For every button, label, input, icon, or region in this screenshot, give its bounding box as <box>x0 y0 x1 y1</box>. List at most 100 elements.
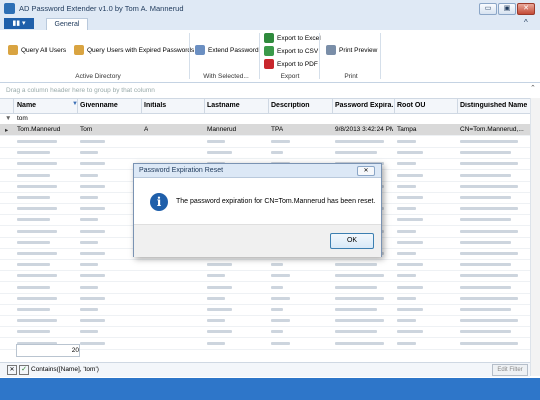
print-preview-button[interactable]: Print Preview <box>326 45 377 55</box>
maximize-button[interactable]: ▣ <box>498 3 516 15</box>
group-by-panel[interactable]: Drag a column header here to group by th… <box>0 83 540 97</box>
blurred-cell <box>460 162 518 166</box>
blurred-cell <box>80 308 98 311</box>
dialog-close-button[interactable]: ✕ <box>357 166 375 176</box>
blurred-cell <box>80 229 105 233</box>
cell-lastname: Mannerud <box>207 126 237 133</box>
enable-filter-checkbox[interactable]: ✓ <box>19 365 29 375</box>
cell-root-ou: Tampa <box>397 126 417 133</box>
blurred-cell <box>80 218 98 222</box>
blurred-cell <box>207 330 232 334</box>
blurred-cell <box>207 341 225 345</box>
blurred-cell <box>397 218 423 222</box>
blurred-cell <box>17 296 57 300</box>
table-row[interactable] <box>0 147 530 160</box>
export-csv-button[interactable]: Export to CSV <box>264 46 318 56</box>
vertical-scrollbar[interactable] <box>530 98 540 376</box>
status-bar <box>0 378 540 400</box>
blurred-cell <box>271 308 283 311</box>
cell-givenname: Tom <box>80 126 93 133</box>
ok-button[interactable]: OK <box>330 233 374 249</box>
app-menu-button[interactable]: ▮▮ ▾ <box>4 18 34 29</box>
column-header-description[interactable]: Description <box>271 102 310 109</box>
blurred-cell <box>207 274 225 278</box>
blurred-cell <box>207 319 225 323</box>
blurred-cell <box>207 140 225 143</box>
table-row-selected[interactable]: ▸ Tom.Mannerud Tom A Mannerud TPA 9/8/20… <box>0 124 530 136</box>
blurred-cell <box>80 207 105 211</box>
table-row[interactable] <box>0 270 530 283</box>
window-title: AD Password Extender v1.0 by Tom A. Mann… <box>19 4 184 13</box>
column-header-distinguished-name[interactable]: Distinguished Name <box>460 102 528 109</box>
scroll-up-icon[interactable]: ⌃ <box>530 84 536 92</box>
blurred-cell <box>271 330 283 334</box>
blurred-cell <box>271 296 290 300</box>
blurred-cell <box>397 196 423 199</box>
name-filter-input[interactable]: tom <box>17 115 28 122</box>
column-header-root-ou[interactable]: Root OU <box>397 102 425 109</box>
export-pdf-button[interactable]: Export to PDF <box>264 59 318 69</box>
clear-filter-icon[interactable]: ✕ <box>7 365 17 375</box>
table-row[interactable] <box>0 259 530 272</box>
blurred-cell <box>335 296 384 300</box>
table-row[interactable] <box>0 315 530 328</box>
close-button[interactable]: ✕ <box>517 3 535 15</box>
table-row[interactable] <box>0 293 530 305</box>
column-header-initials[interactable]: Initials <box>144 102 166 109</box>
blurred-cell <box>17 308 50 311</box>
table-row[interactable] <box>0 282 530 294</box>
blurred-cell <box>271 319 290 323</box>
blurred-cell <box>271 151 283 155</box>
blurred-cell <box>397 274 416 278</box>
table-row[interactable] <box>0 304 530 316</box>
blurred-cell <box>397 308 423 311</box>
blurred-cell <box>397 341 416 345</box>
blurred-cell <box>17 218 50 222</box>
column-header-lastname[interactable]: Lastname <box>207 102 240 109</box>
export-excel-button[interactable]: Export to Excel <box>264 33 321 43</box>
query-expired-button[interactable]: Query Users with Expired Passwords <box>74 45 194 55</box>
blurred-cell <box>80 173 98 177</box>
blurred-cell <box>335 341 384 345</box>
column-header-password-expiration[interactable]: Password Expira... <box>335 102 393 109</box>
blurred-cell <box>397 207 416 211</box>
blurred-cell <box>460 330 511 334</box>
grid-header: Name ▼ Givenname Initials Lastname Descr… <box>0 98 530 114</box>
column-header-givenname[interactable]: Givenname <box>80 102 118 109</box>
row-indicator-icon: ▸ <box>5 127 9 134</box>
user-clock-icon <box>74 45 84 55</box>
group-export: Export <box>280 73 300 80</box>
query-all-users-button[interactable]: Query All Users <box>8 45 66 55</box>
row-count: 20 <box>16 344 80 357</box>
cell-description: TPA <box>271 126 284 133</box>
cell-distinguished-name: CN=Tom.Mannerud,... <box>460 126 524 133</box>
blurred-cell <box>17 196 50 199</box>
blurred-cell <box>80 319 105 323</box>
users-icon <box>8 45 18 55</box>
blurred-cell <box>460 319 518 323</box>
minimize-button[interactable]: ▭ <box>479 3 497 15</box>
blurred-cell <box>335 285 377 289</box>
excel-icon <box>264 33 274 43</box>
blurred-cell <box>397 240 423 244</box>
blurred-cell <box>397 184 416 188</box>
password-reset-dialog: Password Expiration Reset ✕ i The passwo… <box>133 163 382 257</box>
blurred-cell <box>460 184 518 188</box>
table-row[interactable] <box>0 136 530 148</box>
blurred-cell <box>335 263 377 267</box>
blurred-cell <box>17 151 50 155</box>
group-with-selected: With Selected... <box>203 73 249 80</box>
blurred-cell <box>460 285 511 289</box>
blurred-cell <box>397 319 416 323</box>
blurred-cell <box>460 296 518 300</box>
edit-filter-button[interactable]: Edit Filter <box>492 364 528 376</box>
table-row[interactable] <box>0 326 530 339</box>
column-header-name[interactable]: Name <box>17 102 36 109</box>
blurred-cell <box>17 330 50 334</box>
ribbon-collapse-icon[interactable]: ^ <box>524 18 528 27</box>
extend-password-button[interactable]: Extend Password <box>195 45 259 55</box>
blurred-cell <box>17 263 50 267</box>
blurred-cell <box>397 330 423 334</box>
blurred-cell <box>460 196 511 199</box>
dialog-title: Password Expiration Reset <box>139 167 224 174</box>
